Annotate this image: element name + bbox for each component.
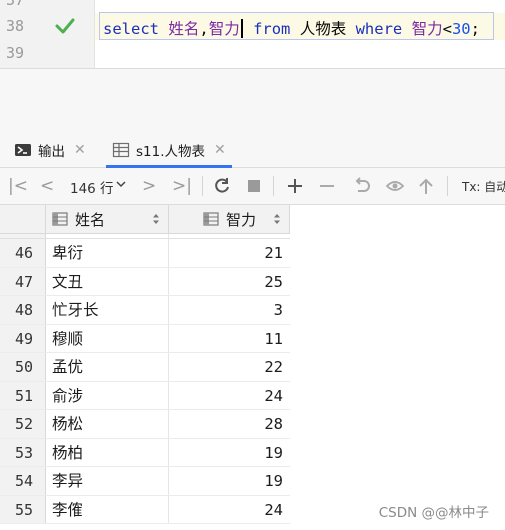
keyword-select: select (103, 20, 159, 38)
column-icon (203, 212, 219, 226)
watermark: CSDN @@林中子 (378, 505, 489, 521)
cell-name[interactable]: 杨松 (46, 410, 169, 438)
cell-iq[interactable]: 11 (169, 325, 290, 353)
tab-table-result[interactable]: s11.人物表 ✕ (106, 133, 232, 168)
text-caret (240, 19, 243, 38)
row-count[interactable]: 146 行 (70, 177, 114, 197)
table-row[interactable]: 53 杨柏 19 (0, 438, 290, 467)
stop-icon[interactable] (247, 179, 261, 193)
cell-iq[interactable]: 21 (169, 239, 290, 267)
results-tab-bar: 输出 ✕ s11.人物表 ✕ (0, 133, 505, 168)
keyword-where: where (355, 20, 403, 38)
add-row-icon[interactable] (287, 178, 303, 194)
row-number: 55 (0, 495, 46, 523)
table-name: 人物表 (299, 20, 347, 38)
last-page-icon[interactable]: >| (172, 177, 192, 195)
cell-name[interactable]: 李异 (46, 467, 169, 495)
table-row[interactable]: 52 杨松 28 (0, 410, 290, 439)
table-row[interactable]: 54 李异 19 (0, 467, 290, 496)
row-number: 48 (0, 296, 46, 324)
table-row[interactable]: 47 文丑 25 (0, 267, 290, 296)
refresh-icon[interactable] (213, 177, 231, 195)
panel-divider-area (0, 69, 505, 133)
result-grid[interactable]: 姓名 智力 46 卑衍 21 47 文丑 25 48 忙牙长 3 49 穆顺 1… (0, 205, 505, 530)
close-icon[interactable]: ✕ (74, 142, 86, 158)
toolbar-divider (447, 176, 448, 196)
row-number: 52 (0, 410, 46, 438)
cell-iq[interactable]: 19 (169, 439, 290, 467)
cell-iq[interactable]: 28 (169, 410, 290, 438)
sort-icon[interactable] (273, 213, 281, 225)
row-number: 47 (0, 267, 46, 295)
check-icon (55, 18, 75, 34)
table-row[interactable]: 48 忙牙长 3 (0, 296, 290, 325)
transaction-mode[interactable]: Tx: 自动 (462, 178, 505, 195)
column-header-label: 姓名 (75, 210, 106, 229)
toolbar-divider (202, 176, 203, 196)
column-header-name[interactable]: 姓名 (46, 205, 169, 233)
row-number: 46 (0, 239, 46, 267)
semicolon: ; (470, 20, 480, 38)
line-number: 39 (6, 44, 25, 62)
table-row[interactable]: 55 李傕 24 (0, 495, 290, 524)
condition-value: 30 (451, 20, 471, 38)
console-icon (15, 144, 31, 156)
line-number: 38 (6, 17, 25, 35)
cell-name[interactable]: 孟优 (46, 353, 169, 381)
cell-name[interactable]: 忙牙长 (46, 296, 169, 324)
row-number-header (0, 205, 46, 233)
table-row[interactable]: 46 卑衍 21 (0, 239, 290, 268)
first-page-icon[interactable]: |< (8, 177, 28, 195)
tab-output[interactable]: 输出 ✕ (14, 133, 86, 167)
grid-header: 姓名 智力 (0, 205, 290, 234)
row-number: 51 (0, 381, 46, 409)
cell-name[interactable]: 卑衍 (46, 239, 169, 267)
column-icon (52, 212, 68, 226)
cell-name[interactable]: 俞涉 (46, 381, 169, 409)
remove-row-icon[interactable] (319, 178, 335, 194)
cell-name[interactable]: 文丑 (46, 267, 169, 295)
line-number: 37 (6, 0, 25, 9)
comma: , (199, 20, 209, 38)
sql-statement[interactable]: select 姓名,智力 from 人物表 where 智力<30; (103, 17, 480, 39)
cell-iq[interactable]: 19 (169, 467, 290, 495)
close-icon[interactable]: ✕ (214, 142, 226, 158)
keyword-from: from (253, 20, 291, 38)
row-number: 54 (0, 467, 46, 495)
cell-iq[interactable]: 3 (169, 296, 290, 324)
next-page-icon[interactable]: > (142, 177, 156, 195)
cell-iq[interactable]: 24 (169, 382, 290, 410)
prev-page-icon[interactable]: < (40, 177, 54, 195)
sort-icon[interactable] (152, 213, 160, 225)
table-row[interactable]: 50 孟优 22 (0, 353, 290, 382)
cell-name[interactable]: 穆顺 (46, 324, 169, 352)
editor-gutter: 37 38 39 (0, 0, 95, 68)
condition-column: 智力 (411, 20, 443, 38)
column-name: 姓名 (168, 20, 200, 38)
cell-name[interactable]: 杨柏 (46, 438, 169, 466)
table-row[interactable]: 49 穆顺 11 (0, 324, 290, 353)
preview-icon[interactable] (385, 177, 405, 195)
cell-iq[interactable]: 24 (169, 496, 290, 524)
revert-icon[interactable] (353, 177, 371, 195)
tab-label: 输出 (38, 144, 65, 160)
row-number: 49 (0, 324, 46, 352)
table-icon (112, 142, 130, 158)
sql-editor[interactable]: 37 38 39 select 姓名,智力 from 人物表 where 智力<… (0, 0, 505, 69)
column-iq: 智力 (208, 20, 240, 38)
cell-iq[interactable]: 25 (169, 268, 290, 296)
table-row[interactable]: 51 俞涉 24 (0, 381, 290, 410)
tab-label: s11.人物表 (136, 144, 206, 160)
results-toolbar: |< < 146 行 > >| Tx: 自动 (0, 168, 505, 205)
cell-iq[interactable]: 22 (169, 353, 290, 381)
operator: < (442, 20, 452, 38)
submit-icon[interactable] (418, 177, 434, 195)
row-number: 50 (0, 353, 46, 381)
cell-name[interactable]: 李傕 (46, 495, 169, 523)
column-header-iq[interactable]: 智力 (169, 205, 290, 233)
chevron-down-icon[interactable] (116, 179, 126, 189)
toolbar-divider (273, 176, 274, 196)
column-header-label: 智力 (226, 210, 257, 229)
row-number: 53 (0, 438, 46, 466)
